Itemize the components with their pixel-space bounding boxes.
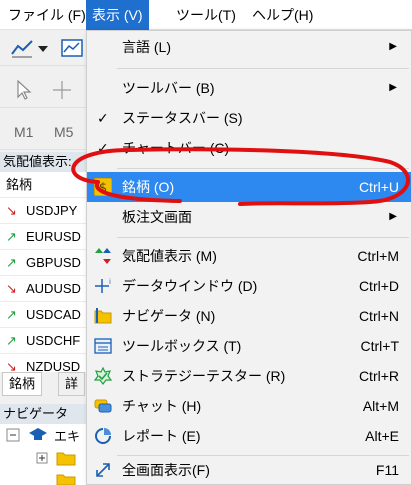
- menu-item-chat[interactable]: チャット (H) Alt+M: [87, 391, 411, 421]
- strategy-tester-icon: [94, 367, 112, 385]
- up-arrow-icon: ↗: [6, 229, 17, 244]
- navigator-folder-icon: [94, 308, 112, 324]
- menu-view[interactable]: 表示 (V): [86, 0, 149, 30]
- timeframe-m5[interactable]: M5: [54, 114, 73, 150]
- folder-icon: [56, 452, 76, 466]
- menu-item-symbols[interactable]: $ 銘柄 (O) Ctrl+U: [87, 172, 411, 202]
- menu-item-market-watch[interactable]: 気配値表示 (M) Ctrl+M: [87, 241, 411, 271]
- timeframe-m1[interactable]: M1: [14, 114, 33, 150]
- symbol-row[interactable]: ↗ GBPUSD: [0, 250, 90, 276]
- menu-bar: ファイル (F) 表示 (V) ツール(T) ヘルプ(H): [0, 0, 412, 30]
- submenu-arrow-icon: ▶: [389, 82, 397, 93]
- menu-item-toolbox[interactable]: ツールボックス (T) Ctrl+T: [87, 331, 411, 361]
- toolbox-icon: [94, 338, 112, 354]
- menu-separator: [117, 168, 409, 169]
- crosshair-info-icon: i: [95, 278, 111, 293]
- symbol-column-header[interactable]: 銘柄: [0, 172, 90, 198]
- symbol-row[interactable]: ↗ USDCAD: [0, 302, 90, 328]
- chat-icon: [94, 399, 112, 413]
- dropdown-arrow-icon[interactable]: [36, 36, 50, 60]
- menu-item-status-bar[interactable]: ✓ ステータスバー (S): [87, 103, 411, 133]
- symbol-row[interactable]: ↘ USDJPY: [0, 198, 90, 224]
- svg-text:$: $: [99, 181, 107, 196]
- cursor-icon[interactable]: [12, 78, 36, 102]
- market-watch-list: 銘柄 ↘ USDJPY ↗ EURUSD ↗ GBPUSD ↘ AUDUSD ↗ USDC…: [0, 172, 90, 380]
- toolbar-row-2: [0, 72, 90, 108]
- up-arrow-icon: ↗: [6, 333, 17, 348]
- checkmark-icon: ✓: [97, 110, 109, 126]
- menu-item-strategy-tester[interactable]: ストラテジーテスター (R) Ctrl+R: [87, 361, 411, 391]
- menu-item-reports[interactable]: レポート (E) Alt+E: [87, 421, 411, 451]
- down-arrow-icon: ↘: [6, 203, 17, 218]
- menu-item-language[interactable]: 言語 (L) ▶: [87, 32, 411, 62]
- tab-symbols[interactable]: 銘柄: [2, 372, 43, 396]
- report-icon: [95, 428, 111, 444]
- menu-item-depth-of-market[interactable]: 板注文画面 ▶: [87, 202, 411, 232]
- dollar-icon: $: [94, 178, 112, 196]
- toolbar-row-3: M1 M5: [0, 114, 90, 150]
- menu-item-chart-bar[interactable]: ✓ チャートバー (C): [87, 133, 411, 163]
- menu-tools[interactable]: ツール(T): [170, 0, 242, 30]
- view-menu-dropdown: 言語 (L) ▶ ツールバー (B) ▶ ✓ ステータスバー (S) ✓ チャー…: [86, 30, 412, 485]
- up-arrow-icon: ↗: [6, 255, 17, 270]
- toolbar-row-1: [0, 30, 90, 66]
- menu-help[interactable]: ヘルプ(H): [246, 0, 319, 30]
- submenu-arrow-icon: ▶: [389, 211, 397, 222]
- market-watch-icon: [95, 248, 111, 264]
- menu-item-toolbars[interactable]: ツールバー (B) ▶: [87, 73, 411, 103]
- checkmark-icon: ✓: [97, 140, 109, 156]
- menu-separator: [117, 237, 409, 238]
- folder-icon: [56, 474, 76, 485]
- menu-file[interactable]: ファイル (F): [2, 0, 92, 30]
- symbol-row[interactable]: ↗ USDCHF: [0, 328, 90, 354]
- market-watch-title: 気配値表示:: [0, 152, 90, 172]
- menu-item-navigator[interactable]: ナビゲータ (N) Ctrl+N: [87, 301, 411, 331]
- collapse-toggle-icon[interactable]: [6, 428, 20, 442]
- expand-diagonal-icon: [96, 463, 110, 477]
- crosshair-icon[interactable]: [50, 78, 74, 102]
- down-arrow-icon: ↘: [6, 281, 17, 296]
- up-arrow-icon: ↗: [6, 307, 17, 322]
- line-chart-icon[interactable]: [10, 36, 34, 60]
- navigator-root-label[interactable]: エキ: [54, 426, 80, 445]
- market-watch-tabs: 銘柄 詳: [0, 372, 90, 396]
- menu-separator: [117, 68, 409, 69]
- expand-toggle-icon[interactable]: [36, 452, 48, 464]
- navigator-title: ナビゲータ: [0, 404, 90, 424]
- submenu-arrow-icon: ▶: [389, 41, 397, 52]
- symbol-row[interactable]: ↘ AUDUSD: [0, 276, 90, 302]
- new-chart-icon[interactable]: [60, 36, 84, 60]
- symbol-row[interactable]: ↗ EURUSD: [0, 224, 90, 250]
- graduation-cap-icon: [29, 428, 47, 440]
- navigator-tree: エキ: [0, 424, 90, 485]
- svg-text:i: i: [109, 278, 111, 286]
- menu-item-full-screen[interactable]: 全画面表示(F) F11: [87, 455, 411, 485]
- menu-item-data-window[interactable]: i データウインドウ (D) Ctrl+D: [87, 271, 411, 301]
- tab-details[interactable]: 詳: [58, 372, 86, 396]
